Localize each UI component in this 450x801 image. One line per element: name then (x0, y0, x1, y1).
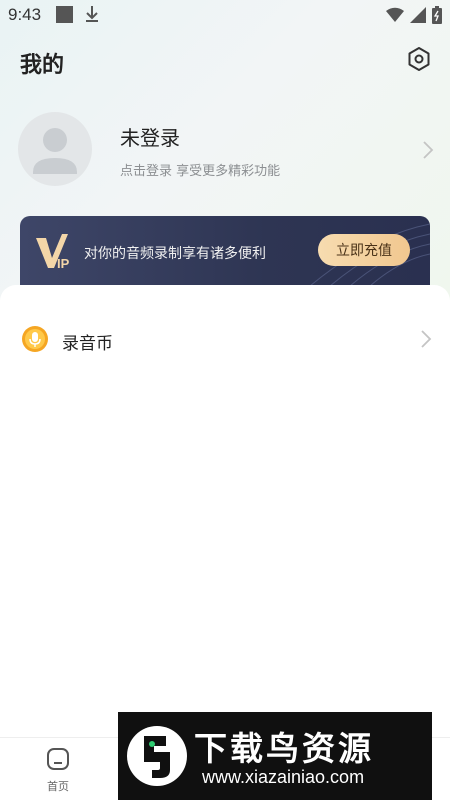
status-bar: 9:43 (0, 0, 450, 30)
login-title: 未登录 (120, 126, 180, 150)
nav-tab-home[interactable]: 首页 (36, 746, 80, 796)
recharge-button[interactable]: 立即充值 (318, 234, 410, 266)
vip-description: 对你的音频录制享有诸多便利 (84, 246, 266, 262)
download-icon (84, 4, 100, 29)
status-time: 9:43 (8, 5, 42, 24)
notification-icon (56, 6, 73, 23)
avatar (18, 112, 92, 186)
bird-logo-icon (124, 720, 190, 796)
chevron-right-icon (422, 140, 434, 164)
nav-tab-label: 首页 (47, 780, 69, 793)
watermark-banner: 下载鸟资源 www.xiazainiao.com (118, 712, 432, 800)
signal-icon (410, 7, 426, 28)
profile-login-row[interactable]: 未登录 点击登录 享受更多精彩功能 (18, 112, 438, 188)
microphone-coin-icon (22, 326, 48, 356)
menu-item-label: 录音币 (62, 334, 113, 354)
watermark-title: 下载鸟资源 (194, 729, 374, 768)
menu-sheet: 录音币 (0, 285, 450, 740)
login-subtitle: 点击登录 享受更多精彩功能 (120, 164, 281, 179)
vip-logo-icon: IP (34, 232, 78, 276)
home-icon (45, 748, 71, 776)
menu-item-coins[interactable]: 录音币 (22, 325, 432, 355)
vip-banner[interactable]: IP 对你的音频录制享有诸多便利 立即充值 (20, 216, 430, 286)
settings-button[interactable] (404, 46, 434, 76)
chevron-right-icon (420, 329, 432, 353)
svg-text:IP: IP (57, 256, 70, 271)
watermark-url: www.xiazainiao.com (202, 767, 365, 787)
wifi-icon (386, 7, 404, 28)
page-title: 我的 (20, 53, 65, 78)
settings-icon (406, 46, 432, 76)
battery-icon (432, 6, 442, 29)
